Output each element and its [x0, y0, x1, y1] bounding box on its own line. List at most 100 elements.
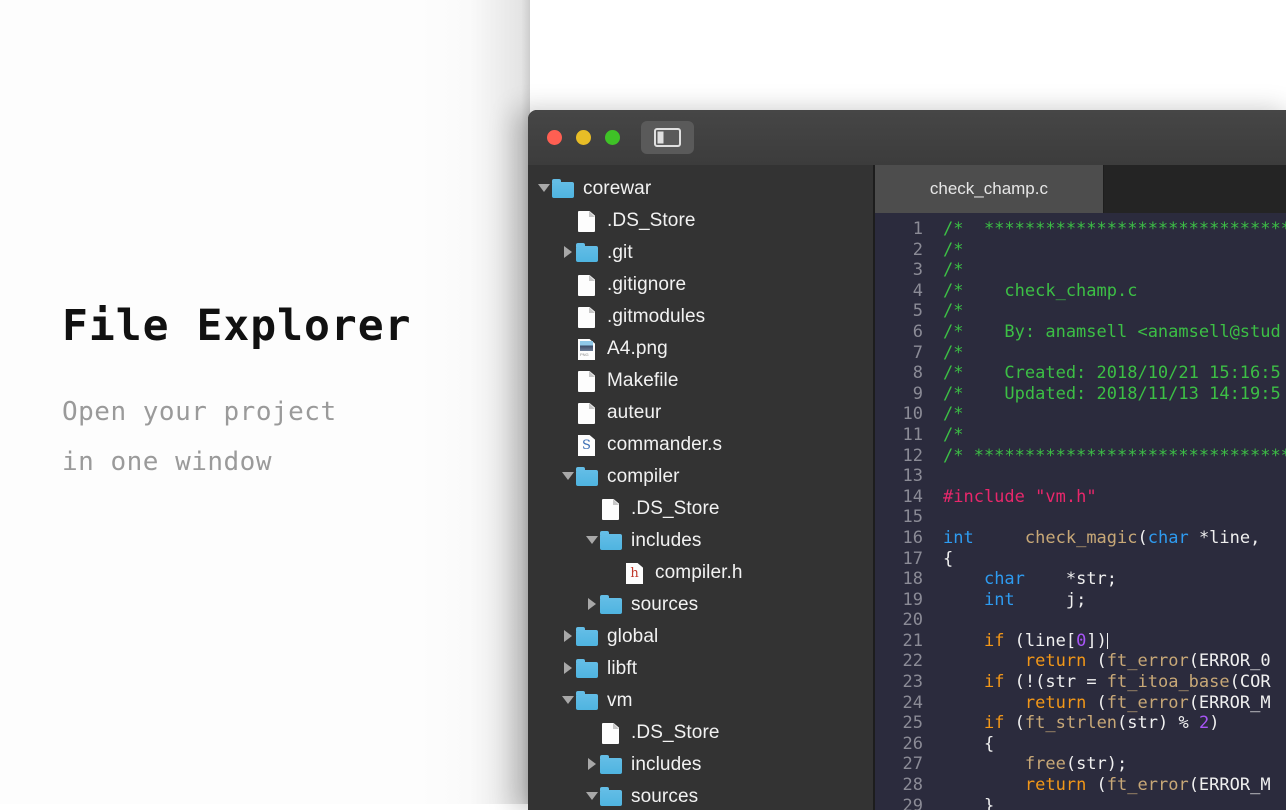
line-number: 2	[912, 239, 923, 260]
code-token: ft_error	[1106, 692, 1189, 713]
chevron-right-icon[interactable]	[560, 653, 576, 685]
code-token: /*	[943, 424, 964, 445]
minimize-window-button[interactable]	[576, 130, 591, 145]
tree-item[interactable]: Scommander.s	[528, 429, 873, 461]
code-token: {	[943, 733, 995, 754]
tree-item[interactable]: vm	[528, 685, 873, 717]
line-number: 25	[902, 713, 923, 734]
chevron-down-icon[interactable]	[584, 525, 600, 557]
app-window: corewar .DS_Store .git .gitignore .gitmodule…	[528, 110, 1286, 810]
tree-item[interactable]: sources	[528, 781, 873, 810]
line-number: 13	[902, 466, 923, 487]
code-token: *str;	[1024, 569, 1118, 590]
tree-item[interactable]: PNG A4.png	[528, 333, 873, 365]
line-number: 1	[912, 219, 923, 239]
folder-icon	[552, 178, 574, 200]
code-token: (!(str =	[1004, 672, 1107, 693]
tree-item[interactable]: auteur	[528, 397, 873, 429]
folder-icon	[576, 690, 598, 712]
tree-item[interactable]: .DS_Store	[528, 717, 873, 749]
chevron-right-icon[interactable]	[560, 237, 576, 269]
chevron-down-icon[interactable]	[536, 173, 552, 205]
tree-item[interactable]: global	[528, 621, 873, 653]
editor-tab-bar: check_champ.c	[875, 165, 1286, 213]
file-icon	[576, 402, 598, 424]
sidebar-toggle-button[interactable]	[641, 121, 694, 154]
code-line: 12 /* ***********************************…	[875, 446, 1286, 467]
tree-item-label: corewar	[583, 178, 652, 199]
window-titlebar	[528, 110, 1286, 166]
file-tree-sidebar[interactable]: corewar .DS_Store .git .gitignore .gitmodule…	[528, 165, 875, 810]
close-window-button[interactable]	[547, 130, 562, 145]
file-icon	[576, 210, 598, 232]
tree-item[interactable]: .gitignore	[528, 269, 873, 301]
file-icon	[600, 498, 622, 520]
promo-subtitle-line-1: Open your project	[62, 397, 337, 428]
code-line: 29 }	[875, 796, 1286, 810]
tree-item[interactable]: h compiler.h	[528, 557, 873, 589]
tree-item[interactable]: includes	[528, 525, 873, 557]
code-token: /*	[943, 239, 964, 260]
tree-item[interactable]: .git	[528, 237, 873, 269]
line-number: 11	[902, 424, 923, 445]
tree-item-label: sources	[631, 786, 699, 807]
tree-item[interactable]: .DS_Store	[528, 493, 873, 525]
tree-item[interactable]: corewar	[528, 173, 873, 205]
promo-subtitle-line-2: in one window	[62, 446, 272, 477]
code-token: (ERROR_M	[1188, 692, 1271, 713]
image-file-icon: PNG	[576, 338, 598, 360]
code-token: j;	[1014, 589, 1087, 610]
tree-item-label: compiler.h	[655, 562, 743, 583]
code-line: 17 {	[875, 549, 1286, 570]
tree-item[interactable]: sources	[528, 589, 873, 621]
folder-icon	[600, 754, 622, 776]
code-view[interactable]: 1 /* ************************************…	[875, 213, 1286, 810]
tree-item[interactable]: .DS_Store	[528, 205, 873, 237]
chevron-right-icon[interactable]	[584, 589, 600, 621]
code-token: /*	[943, 260, 964, 281]
text-cursor	[1106, 632, 1108, 649]
code-token: /* check_champ.c	[943, 280, 1138, 301]
file-icon	[576, 274, 598, 296]
tree-item[interactable]: includes	[528, 749, 873, 781]
folder-icon	[600, 786, 622, 808]
chevron-right-icon[interactable]	[560, 621, 576, 653]
chevron-down-icon[interactable]	[560, 685, 576, 717]
tree-item-label: .gitignore	[607, 274, 687, 295]
code-token: ft_itoa_base	[1106, 672, 1230, 693]
line-number: 7	[912, 342, 923, 363]
chevron-right-icon[interactable]	[584, 749, 600, 781]
code-line: 16 int check_magic(char *line,	[875, 528, 1286, 549]
line-number: 27	[902, 754, 923, 775]
code-line: 20	[875, 610, 1286, 631]
code-token: /* By: anamsell <anamsell@stud	[943, 321, 1281, 342]
tree-item-label: Makefile	[607, 370, 679, 391]
line-number: 19	[902, 589, 923, 610]
folder-icon	[576, 466, 598, 488]
code-line: 21 if (line[0])	[875, 631, 1286, 652]
chevron-down-icon[interactable]	[584, 781, 600, 810]
line-number: 22	[902, 651, 923, 672]
line-number: 6	[912, 321, 923, 342]
tree-item[interactable]: Makefile	[528, 365, 873, 397]
code-token: /*	[943, 342, 964, 363]
code-token: {	[943, 548, 954, 569]
tree-item[interactable]: compiler	[528, 461, 873, 493]
tree-item[interactable]: libft	[528, 653, 873, 685]
maximize-window-button[interactable]	[605, 130, 620, 145]
line-number: 14	[902, 486, 923, 507]
tree-item-label: .DS_Store	[631, 498, 720, 519]
code-token: (line[	[1004, 630, 1077, 651]
code-line: 10 /*	[875, 404, 1286, 425]
chevron-down-icon[interactable]	[560, 461, 576, 493]
tree-item[interactable]: .gitmodules	[528, 301, 873, 333]
line-number: 10	[902, 404, 923, 425]
editor-tab[interactable]: check_champ.c	[875, 165, 1104, 213]
editor-tab[interactable]	[1103, 165, 1286, 213]
code-line: 18 char *str;	[875, 569, 1286, 590]
